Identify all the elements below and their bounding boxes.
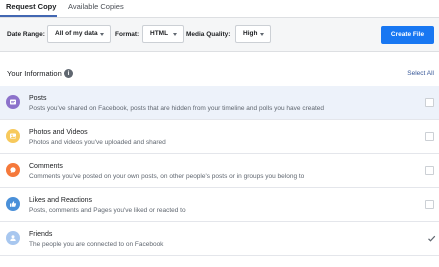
section-title: Your Information (7, 69, 62, 78)
info-icon[interactable]: i (64, 69, 73, 78)
list-item-likes-and-reactions[interactable]: Likes and Reactions Posts, comments and … (0, 188, 439, 222)
list-item-posts[interactable]: Posts Posts you've shared on Facebook, p… (0, 86, 439, 120)
create-file-button[interactable]: Create File (381, 26, 434, 44)
date-range-dropdown[interactable]: All of my data (47, 25, 111, 43)
list-item-description: Posts, comments and Pages you've liked o… (29, 207, 186, 214)
media-quality-value: High (243, 30, 258, 37)
chevron-down-icon (260, 33, 264, 36)
checkmark-icon (428, 235, 436, 242)
list-item-title: Friends (29, 231, 53, 238)
date-range-label: Date Range: (7, 31, 45, 38)
list-item-title: Posts (29, 95, 47, 102)
photos-icon (6, 129, 20, 143)
comments-checkbox[interactable] (425, 166, 434, 175)
list-item-photos-and-videos[interactable]: Photos and Videos Photos and videos you'… (0, 120, 439, 154)
download-options-toolbar: Date Range: All of my data Format: HTML … (0, 18, 439, 52)
likes-checkbox[interactable] (425, 200, 434, 209)
information-list: Posts Posts you've shared on Facebook, p… (0, 86, 439, 256)
posts-icon (6, 95, 20, 109)
tab-available-copies[interactable]: Available Copies (68, 2, 124, 12)
list-item-title: Comments (29, 163, 63, 170)
list-item-description: The people you are connected to on Faceb… (29, 241, 164, 248)
list-item-title: Photos and Videos (29, 129, 88, 136)
photos-checkbox[interactable] (425, 132, 434, 141)
friends-checkbox[interactable] (427, 234, 436, 242)
media-quality-dropdown[interactable]: High (235, 25, 271, 43)
list-item-friends[interactable]: Friends The people you are connected to … (0, 222, 439, 256)
format-value: HTML (150, 30, 169, 37)
chevron-down-icon (100, 33, 104, 36)
like-icon (6, 197, 20, 211)
list-item-title: Likes and Reactions (29, 197, 93, 204)
tab-bar: Request Copy Available Copies (0, 0, 439, 18)
comments-icon (6, 163, 20, 177)
list-item-description: Photos and videos you've uploaded and sh… (29, 139, 166, 146)
chevron-down-icon (173, 33, 177, 36)
posts-checkbox[interactable] (425, 98, 434, 107)
tab-request-copy[interactable]: Request Copy (6, 2, 56, 12)
select-all-link[interactable]: Select All (407, 69, 434, 78)
format-dropdown[interactable]: HTML (142, 25, 184, 43)
date-range-value: All of my data (55, 30, 98, 37)
list-item-description: Posts you've shared on Facebook, posts t… (29, 105, 324, 112)
friends-icon (6, 231, 20, 245)
format-label: Format: (115, 31, 140, 38)
active-tab-indicator (0, 15, 57, 17)
list-item-description: Comments you've posted on your own posts… (29, 173, 305, 180)
list-item-comments[interactable]: Comments Comments you've posted on your … (0, 154, 439, 188)
media-quality-label: Media Quality: (186, 31, 231, 38)
